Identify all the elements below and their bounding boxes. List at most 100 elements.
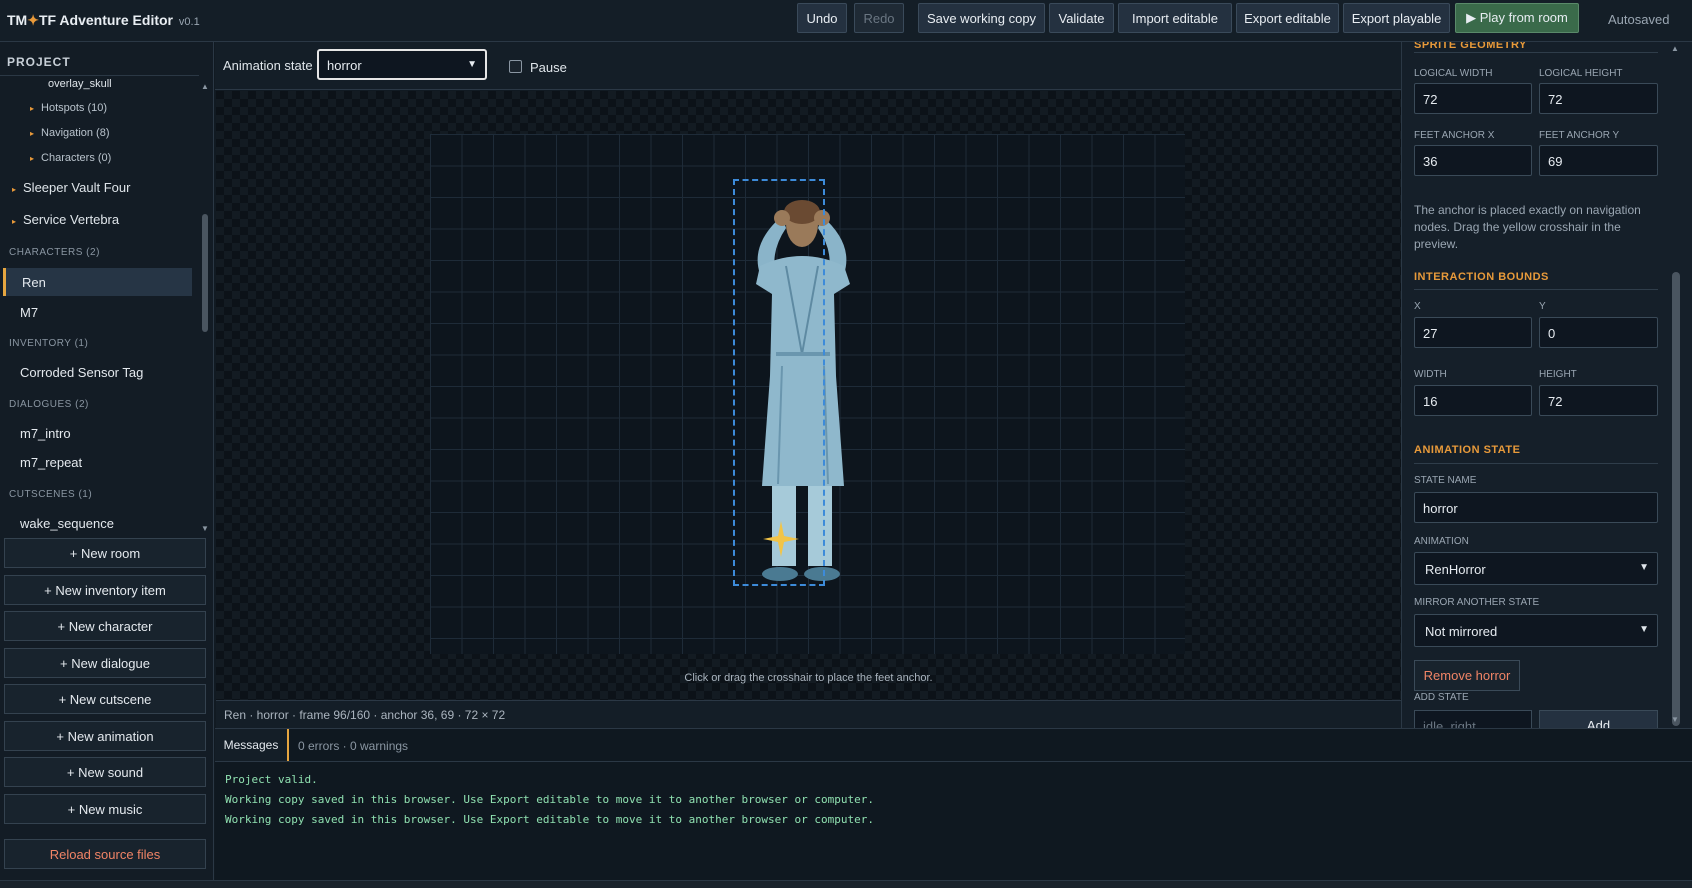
animation-select-value: RenHorror <box>1425 562 1486 577</box>
tree-item-navigation[interactable]: ▸ Navigation (8) <box>30 127 110 139</box>
inspector-scroll-thumb[interactable] <box>1672 272 1680 726</box>
expand-icon: ▸ <box>30 129 35 138</box>
message-line: Working copy saved in this browser. Use … <box>225 813 875 826</box>
new-room-button[interactable]: + New room <box>4 538 206 568</box>
add-state-label: ADD STATE <box>1414 692 1469 703</box>
inventory-item[interactable]: Corroded Sensor Tag <box>20 365 143 380</box>
tree-item-overlay-skull[interactable]: overlay_skull <box>48 78 112 90</box>
new-sound-button[interactable]: + New sound <box>4 757 206 787</box>
expand-icon: ▸ <box>12 185 17 194</box>
tree-item-characters[interactable]: ▸ Characters (0) <box>30 152 111 164</box>
sprite-geometry-title: SPRITE GEOMETRY <box>1414 42 1527 51</box>
bounds-y-label: Y <box>1539 301 1546 312</box>
section-divider <box>1414 289 1658 290</box>
scroll-down-icon[interactable]: ▼ <box>1671 715 1679 724</box>
animation-label: ANIMATION <box>1414 536 1469 547</box>
bounds-height-label: HEIGHT <box>1539 369 1577 380</box>
pause-checkbox[interactable] <box>509 60 522 73</box>
bounds-height-input[interactable]: 72 <box>1539 385 1658 416</box>
new-music-button[interactable]: + New music <box>4 794 206 824</box>
feet-anchor-y-label: FEET ANCHOR Y <box>1539 130 1620 141</box>
import-editable-button[interactable]: Import editable <box>1118 3 1232 33</box>
tree-item-label: Sleeper Vault Four <box>23 180 131 195</box>
bounds-y-input[interactable]: 0 <box>1539 317 1658 348</box>
animation-state-bar: Animation state horror ▼ Pause <box>215 42 1401 90</box>
state-name-input[interactable]: horror <box>1414 492 1658 523</box>
animation-editor: Animation state horror ▼ Pause Click or … <box>215 42 1401 728</box>
message-line: Working copy saved in this browser. Use … <box>225 793 875 806</box>
new-cutscene-button[interactable]: + New cutscene <box>4 684 206 714</box>
feet-anchor-y-input[interactable]: 69 <box>1539 145 1658 176</box>
section-divider <box>1414 52 1658 53</box>
export-playable-button[interactable]: Export playable <box>1343 3 1450 33</box>
redo-button[interactable]: Redo <box>854 3 904 33</box>
save-working-copy-button[interactable]: Save working copy <box>918 3 1045 33</box>
logical-height-input[interactable]: 72 <box>1539 83 1658 114</box>
bounds-width-input[interactable]: 16 <box>1414 385 1532 416</box>
top-toolbar: TM✦TF Adventure Editor v0.1 Undo Redo Sa… <box>0 0 1692 42</box>
new-character-button[interactable]: + New character <box>4 611 206 641</box>
chevron-down-icon: ▼ <box>1639 624 1649 635</box>
dialogue-item-m7-repeat[interactable]: m7_repeat <box>20 455 82 470</box>
feet-anchor-x-label: FEET ANCHOR X <box>1414 130 1495 141</box>
mirror-label: MIRROR ANOTHER STATE <box>1414 597 1540 608</box>
sidebar-scroll-thumb[interactable] <box>202 214 208 332</box>
animation-state-label: Animation state <box>223 58 313 73</box>
reload-source-files-button[interactable]: Reload source files <box>4 839 206 869</box>
animation-state-title: ANIMATION STATE <box>1414 444 1521 456</box>
animation-state-value: horror <box>327 58 362 73</box>
section-cutscenes: CUTSCENES (1) <box>9 489 93 500</box>
add-state-button[interactable]: Add <box>1539 710 1658 728</box>
dialogue-item-m7-intro[interactable]: m7_intro <box>20 426 71 441</box>
app-brand: TM✦TF Adventure Editor v0.1 <box>7 12 200 29</box>
scroll-down-icon[interactable]: ▼ <box>201 524 209 533</box>
new-animation-button[interactable]: + New animation <box>4 721 206 751</box>
cutscene-item[interactable]: wake_sequence <box>20 516 114 531</box>
brand-name: TF Adventure Editor <box>38 12 173 28</box>
feet-anchor-x-input[interactable]: 36 <box>1414 145 1532 176</box>
expand-icon: ▸ <box>30 104 35 113</box>
scroll-up-icon[interactable]: ▲ <box>201 82 209 91</box>
remove-state-button[interactable]: Remove horror <box>1414 660 1520 691</box>
character-item-m7[interactable]: M7 <box>20 305 38 320</box>
sidebar-scrollbar[interactable] <box>200 120 210 578</box>
section-inventory: INVENTORY (1) <box>9 338 89 349</box>
messages-divider <box>215 761 1692 762</box>
animation-select[interactable]: RenHorror ▼ <box>1414 552 1658 585</box>
tab-messages[interactable]: Messages <box>215 729 289 761</box>
undo-button[interactable]: Undo <box>797 3 847 33</box>
character-item-ren[interactable]: Ren <box>22 275 46 290</box>
tree-item-label: Hotspots (10) <box>41 102 108 114</box>
brand-prefix: TM <box>7 12 28 28</box>
mirror-state-select[interactable]: Not mirrored ▼ <box>1414 614 1658 647</box>
new-dialogue-button[interactable]: + New dialogue <box>4 648 206 678</box>
anchor-note: The anchor is placed exactly on navigati… <box>1414 203 1641 251</box>
sidebar-title: PROJECT <box>7 55 71 69</box>
bottom-edge <box>0 880 1692 888</box>
frame-status: Ren · horror · frame 96/160 · anchor 36,… <box>216 700 1401 728</box>
brand-star: ✦ <box>27 12 39 28</box>
section-dialogues: DIALOGUES (2) <box>9 399 89 410</box>
message-line: Project valid. <box>225 773 318 786</box>
messages-panel: Messages 0 errors · 0 warnings Project v… <box>215 728 1692 880</box>
validate-button[interactable]: Validate <box>1049 3 1114 33</box>
tree-item-sleeper-vault-four[interactable]: ▸ Sleeper Vault Four <box>12 180 130 195</box>
bounds-x-input[interactable]: 27 <box>1414 317 1532 348</box>
export-editable-button[interactable]: Export editable <box>1236 3 1339 33</box>
play-from-room-button[interactable]: ▶ Play from room <box>1455 3 1579 33</box>
expand-icon: ▸ <box>30 154 35 163</box>
tree-item-label: Service Vertebra <box>23 212 120 227</box>
animation-state-select[interactable]: horror ▼ <box>317 49 487 80</box>
sprite-preview[interactable]: Click or drag the crosshair to place the… <box>216 91 1401 700</box>
logical-width-input[interactable]: 72 <box>1414 83 1532 114</box>
preview-grid <box>430 134 1185 654</box>
tree-item-hotspots[interactable]: ▸ Hotspots (10) <box>30 102 107 114</box>
tree-item-service-vertebra[interactable]: ▸ Service Vertebra <box>12 212 119 227</box>
scroll-up-icon[interactable]: ▲ <box>1671 44 1679 53</box>
crosshair-icon[interactable] <box>761 519 801 559</box>
project-sidebar: PROJECT overlay_skull ▸ Hotspots (10) ▸ Na… <box>0 42 214 888</box>
add-state-input[interactable]: idle_right <box>1414 710 1532 728</box>
section-characters: CHARACTERS (2) <box>9 247 100 258</box>
new-inventory-item-button[interactable]: + New inventory item <box>4 575 206 605</box>
section-divider <box>1414 463 1658 464</box>
